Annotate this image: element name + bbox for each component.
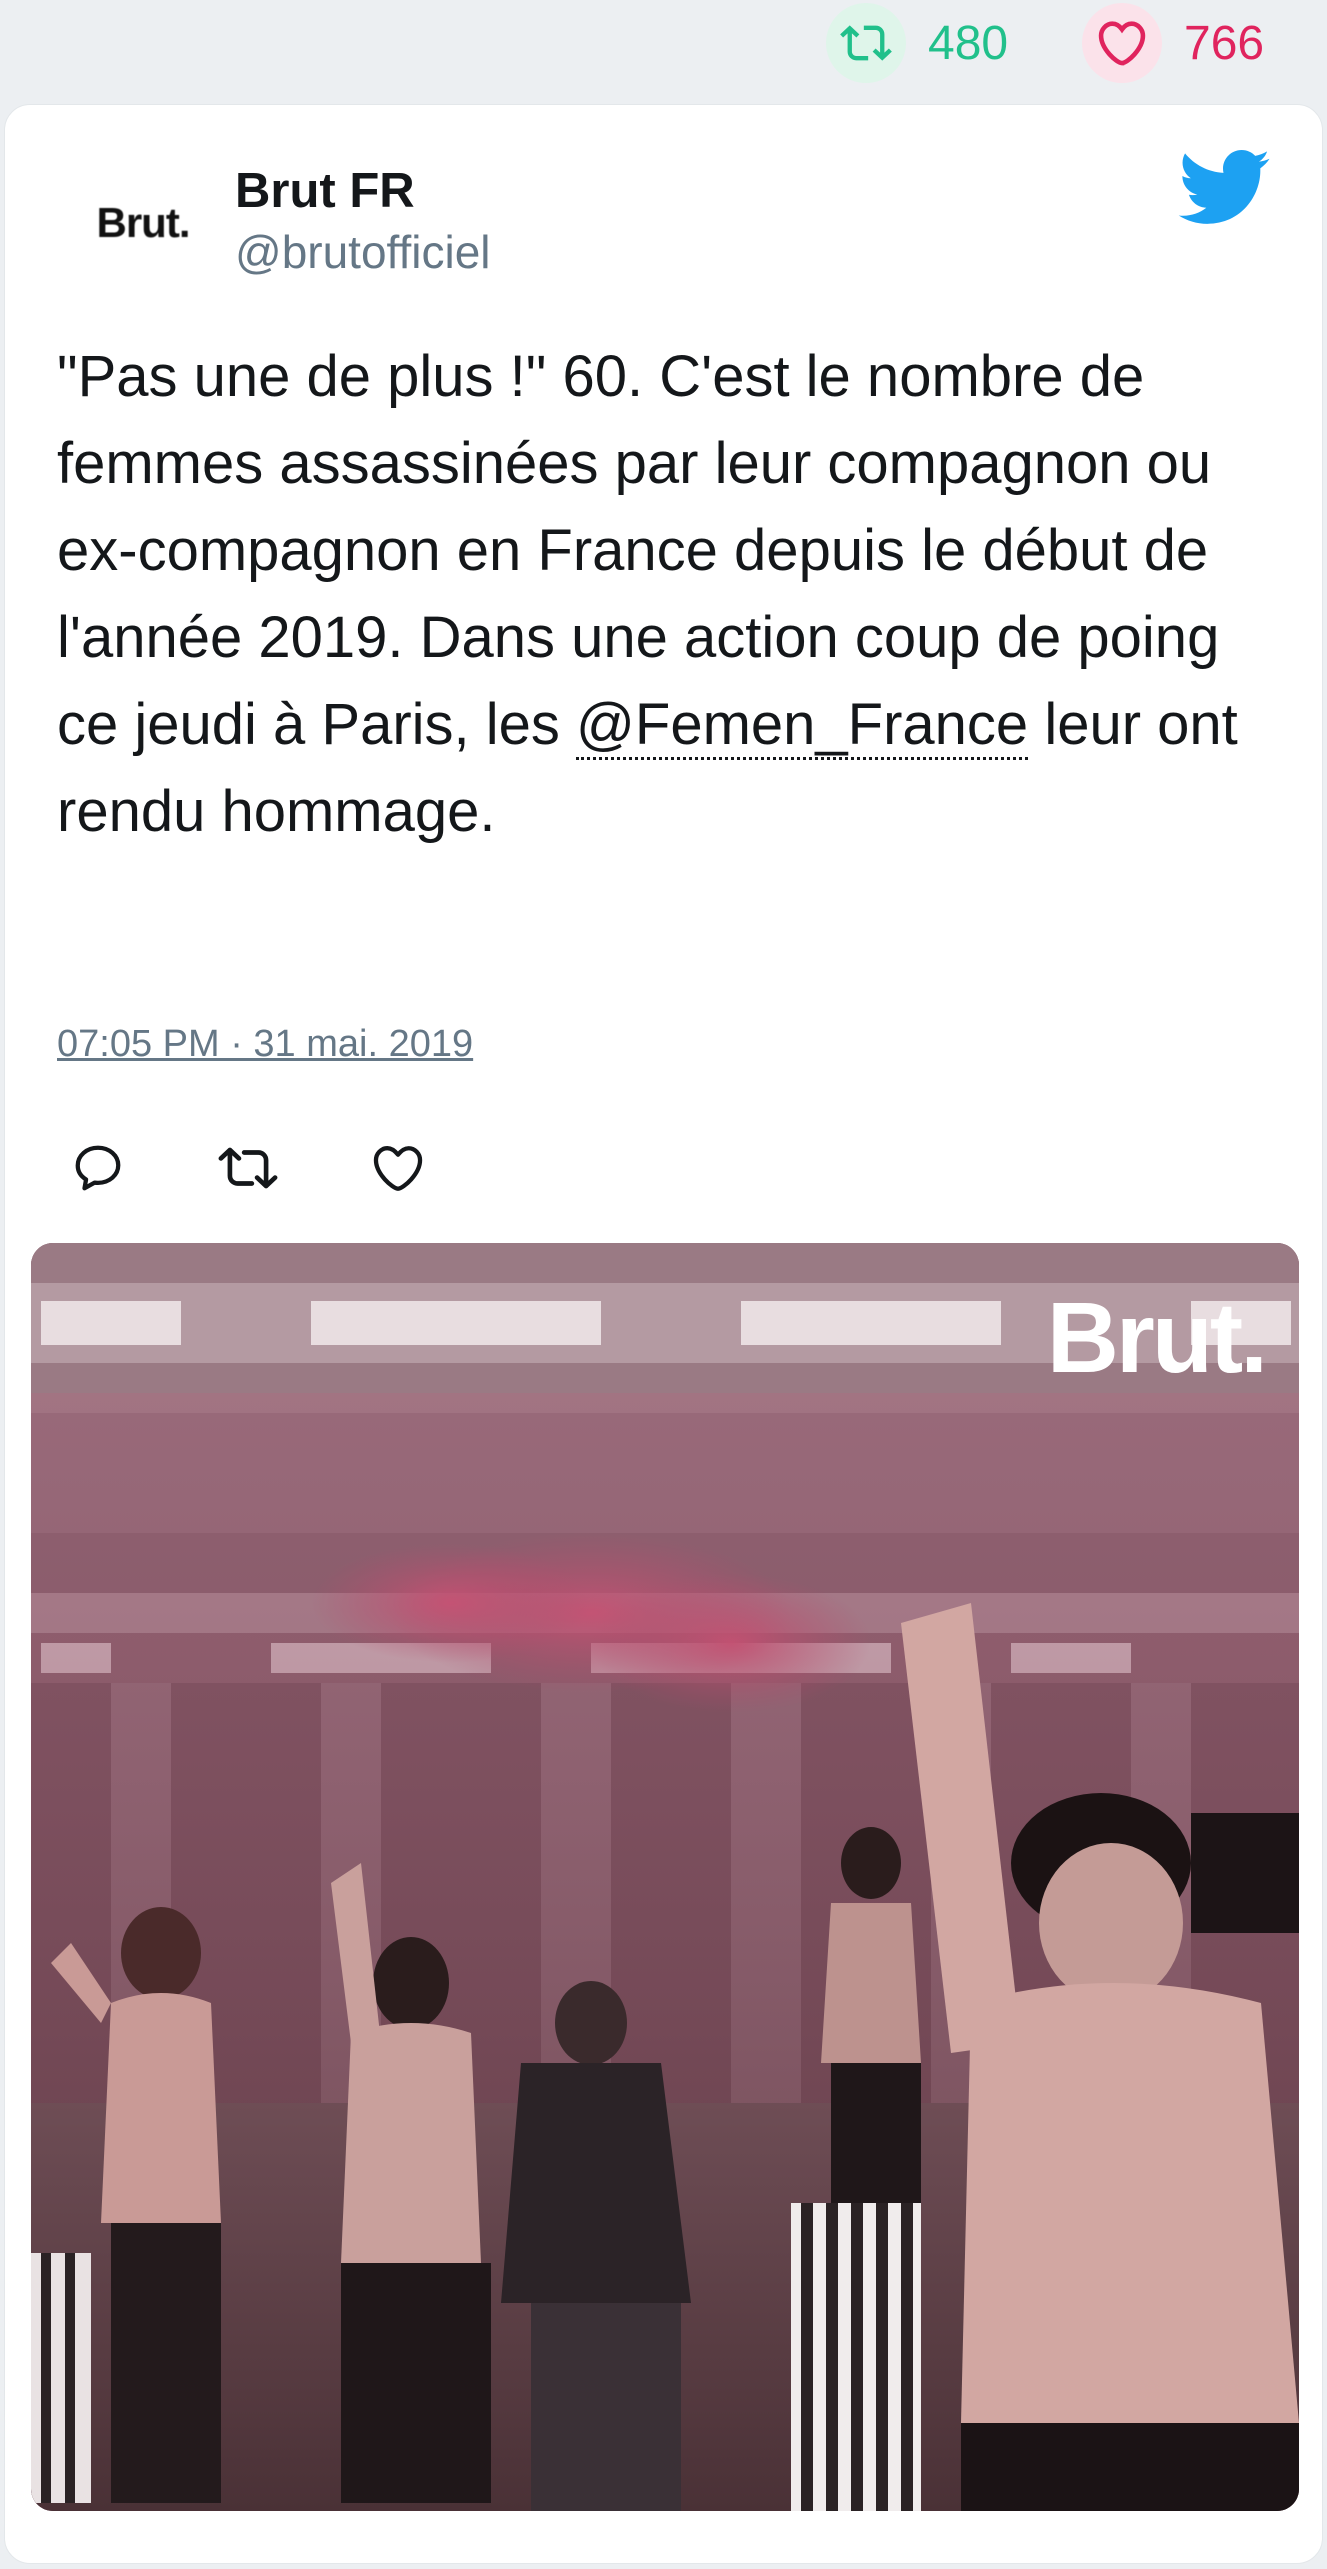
twitter-bird-icon[interactable]: [1175, 147, 1271, 227]
author-handle[interactable]: @brutofficiel: [235, 225, 491, 279]
like-stat[interactable]: 766: [1082, 3, 1265, 83]
reply-icon: [71, 1141, 125, 1200]
tweet-timestamp[interactable]: 07:05 PM · 31 mai. 2019: [57, 1023, 473, 1066]
retweet-button[interactable]: [213, 1135, 283, 1205]
tweet-stats-bar: 480 766: [0, 0, 1327, 90]
like-count: 766: [1184, 16, 1265, 70]
tweet-text: "Pas une de plus !" 60. C'est le nombre …: [57, 333, 1277, 855]
heart-icon: [371, 1141, 425, 1200]
retweet-icon: [217, 1137, 279, 1204]
author-name[interactable]: Brut FR: [235, 163, 415, 219]
protest-scene-image: [31, 1243, 1299, 2511]
striped-pillar: [791, 2203, 921, 2511]
retweet-icon: [826, 3, 906, 83]
brut-watermark: Brut.: [1046, 1282, 1268, 1394]
retweet-stat[interactable]: 480: [826, 3, 1009, 83]
tweet-card: Brut. Brut FR @brutofficiel "Pas une de …: [4, 104, 1323, 2564]
like-button[interactable]: [363, 1135, 433, 1205]
heart-icon: [1082, 3, 1162, 83]
tweet-media-photo[interactable]: Brut.: [31, 1243, 1299, 2511]
protest-banner: [1191, 1813, 1299, 1933]
reply-button[interactable]: [63, 1135, 133, 1205]
retweet-count: 480: [928, 16, 1009, 70]
striped-pillar-left: [31, 2253, 91, 2503]
avatar[interactable]: Brut.: [63, 173, 223, 273]
avatar-logo-text: Brut.: [96, 199, 191, 246]
mention-link[interactable]: @Femen_France: [576, 692, 1029, 760]
